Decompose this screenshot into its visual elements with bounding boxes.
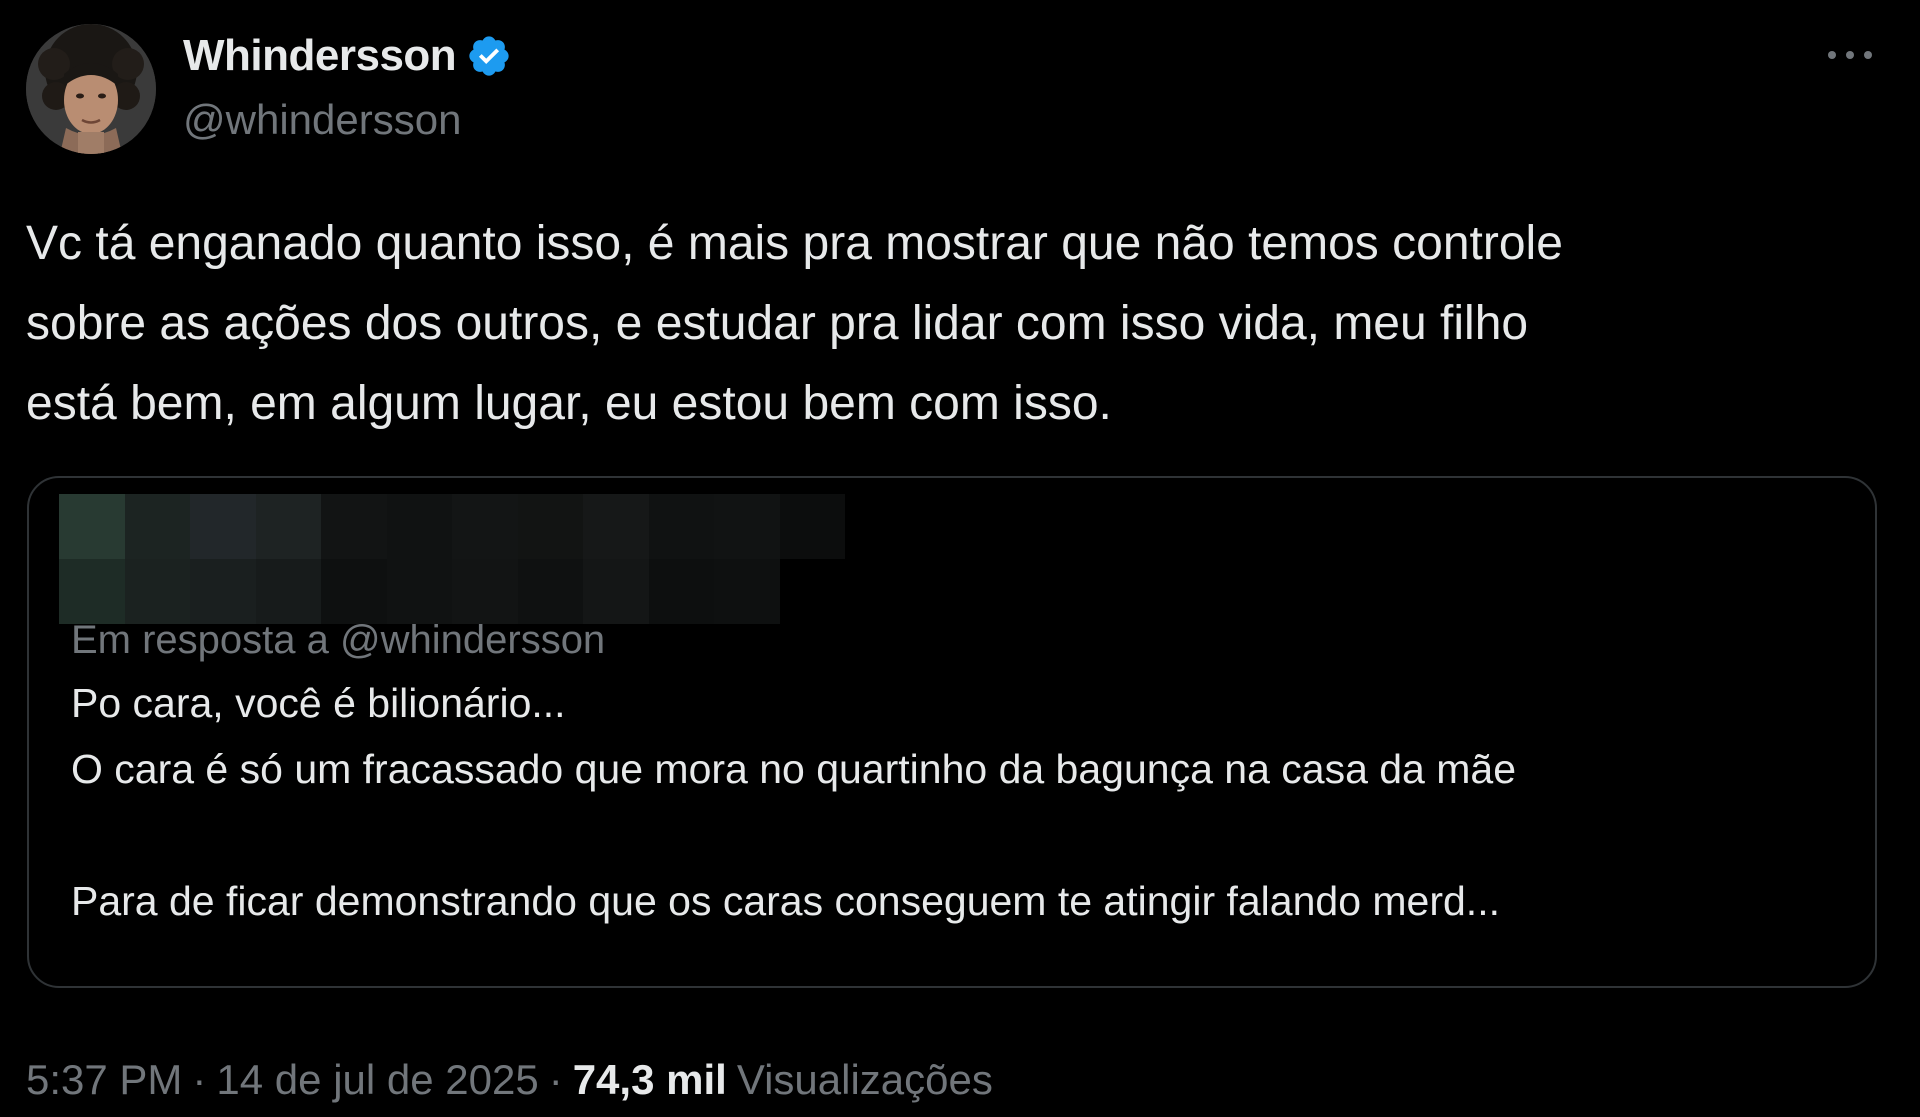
tweet-text: Vc tá enganado quanto isso, é mais pra m… <box>26 217 1563 430</box>
avatar[interactable] <box>26 24 156 154</box>
more-horizontal-icon <box>1828 51 1872 59</box>
profile-photo-icon <box>26 24 156 154</box>
verified-badge-icon <box>469 36 509 76</box>
author-handle[interactable]: @whindersson <box>183 96 461 144</box>
reply-context[interactable]: Em resposta a @whindersson <box>71 618 605 663</box>
meta-separator: · <box>548 1056 563 1103</box>
views-count[interactable]: 74,3 mil <box>573 1056 727 1104</box>
tweet-meta: 5:37 PM · 14 de jul de 2025 · 74,3 mil V… <box>26 1050 993 1110</box>
meta-separator: · <box>192 1056 207 1103</box>
pixelated-author-header <box>59 494 845 624</box>
author-name-row[interactable]: Whindersson <box>183 30 512 82</box>
quoted-tweet-text: Po cara, você é bilionário... O cara é s… <box>71 680 1517 924</box>
tweet-date[interactable]: 14 de jul de 2025 <box>216 1056 538 1104</box>
quoted-tweet-card[interactable]: Em resposta a @whindersson Po cara, você… <box>27 476 1877 988</box>
more-button[interactable] <box>1820 40 1880 70</box>
tweet-time[interactable]: 5:37 PM <box>26 1056 182 1104</box>
display-name[interactable]: Whindersson <box>183 31 457 81</box>
views-label[interactable]: Visualizações <box>737 1056 993 1104</box>
